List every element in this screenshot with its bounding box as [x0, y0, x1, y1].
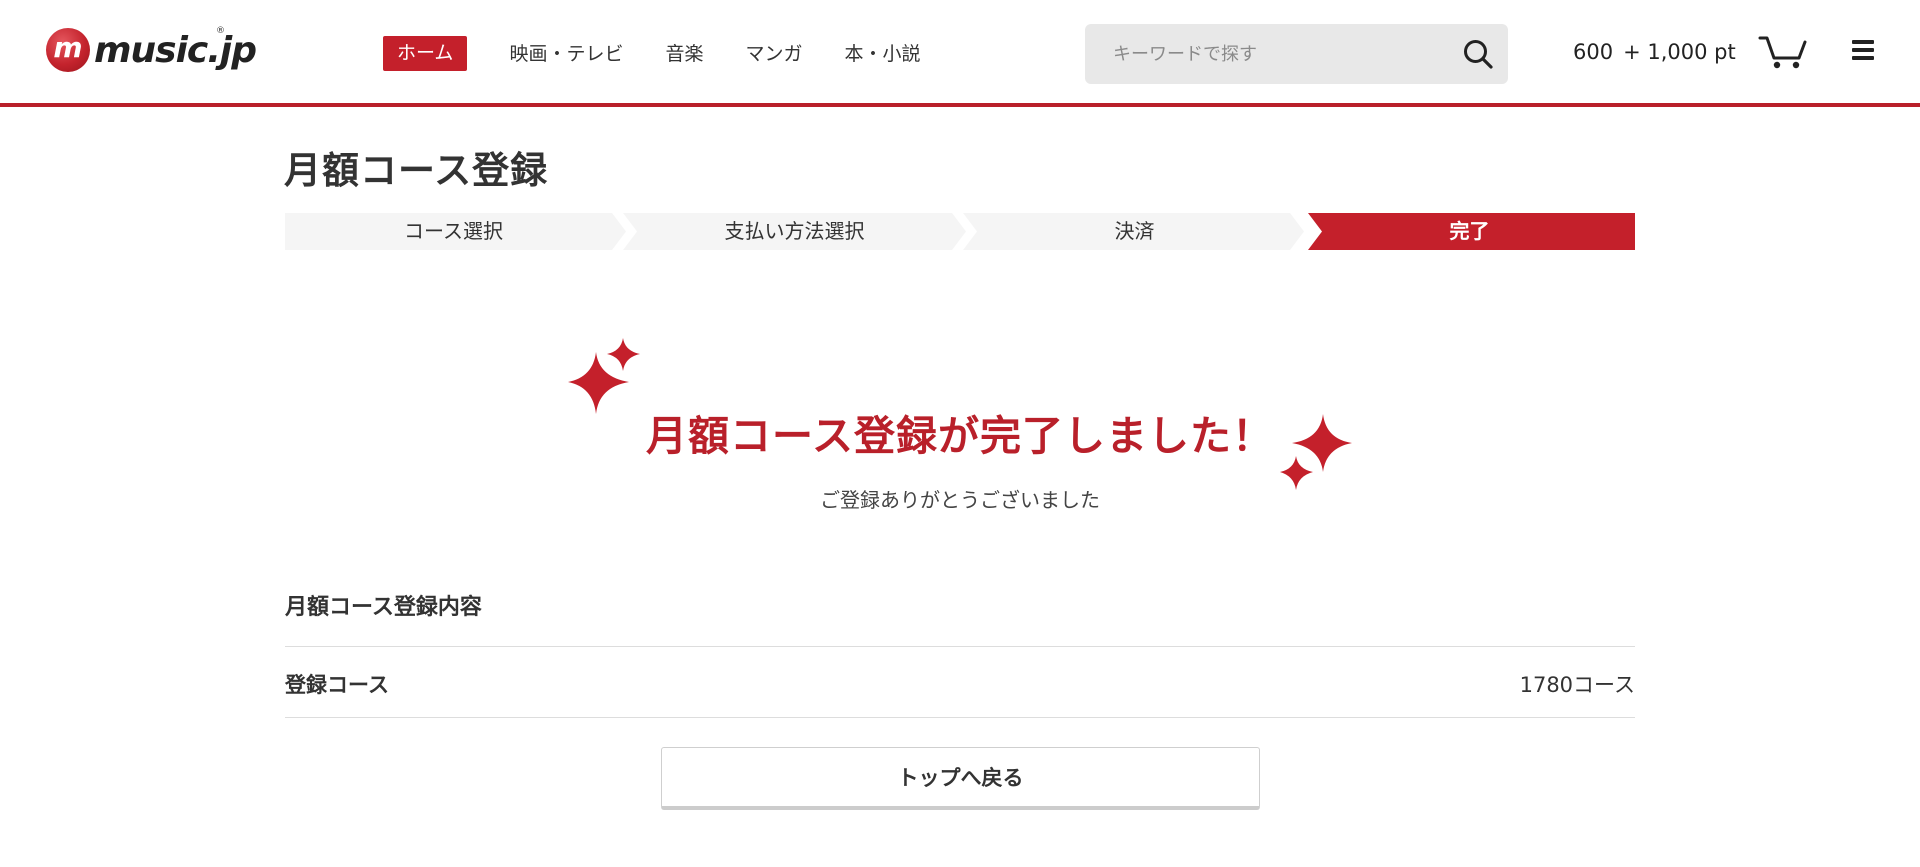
search-box — [1085, 24, 1508, 84]
cart-icon — [1758, 36, 1807, 69]
nav-item-music[interactable]: 音楽 — [665, 39, 703, 69]
point-balance[interactable]: 600 + 1,000 pt — [1573, 38, 1736, 66]
hamburger-menu-icon[interactable] — [1850, 36, 1876, 68]
step-payment-method: 支払い方法選択 — [724, 219, 865, 243]
completion-heading: 月額コース登録が完了しました！ — [646, 412, 1274, 460]
step-payment: 決済 — [1114, 219, 1155, 243]
search-input[interactable] — [1085, 24, 1448, 84]
logo-text: music.jp — [94, 29, 257, 71]
search-button[interactable] — [1448, 24, 1508, 84]
main-nav: ホーム 映画・テレビ 音楽 マンガ 本・小説 — [383, 36, 963, 71]
sparkle-icon-small-left — [607, 338, 640, 371]
completion-subtitle: ご登録ありがとうございました — [820, 488, 1100, 512]
detail-row: 登録コース 1780コース — [285, 646, 1635, 718]
music-jp-logo[interactable]: m music.jp ® — [46, 26, 257, 72]
nav-item-books[interactable]: 本・小説 — [844, 39, 920, 69]
nav-item-manga[interactable]: マンガ — [745, 39, 802, 69]
progress-steps: コース選択 支払い方法選択 決済 完了 — [285, 213, 1635, 250]
step-course-select: コース選択 — [404, 219, 503, 243]
step-complete: 完了 — [1449, 219, 1490, 243]
details-section-title: 月額コース登録内容 — [285, 595, 482, 620]
logo-mark: m — [46, 28, 90, 72]
page-title: 月額コース登録 — [284, 149, 549, 192]
detail-label-course: 登録コース — [285, 673, 389, 697]
site-header: m music.jp ® ホーム 映画・テレビ 音楽 マンガ 本・小説 600 +… — [0, 0, 1920, 107]
back-to-top-button[interactable]: トップへ戻る — [661, 747, 1260, 810]
points-base: 600 — [1573, 40, 1614, 64]
detail-value-course: 1780コース — [1519, 673, 1635, 697]
search-icon — [1464, 40, 1493, 69]
nav-item-home[interactable]: ホーム — [383, 36, 468, 71]
registered-mark: ® — [216, 26, 225, 36]
cart-button[interactable] — [1758, 32, 1808, 72]
points-bonus: + 1,000 pt — [1623, 40, 1736, 64]
nav-item-movies-tv[interactable]: 映画・テレビ — [509, 39, 623, 69]
